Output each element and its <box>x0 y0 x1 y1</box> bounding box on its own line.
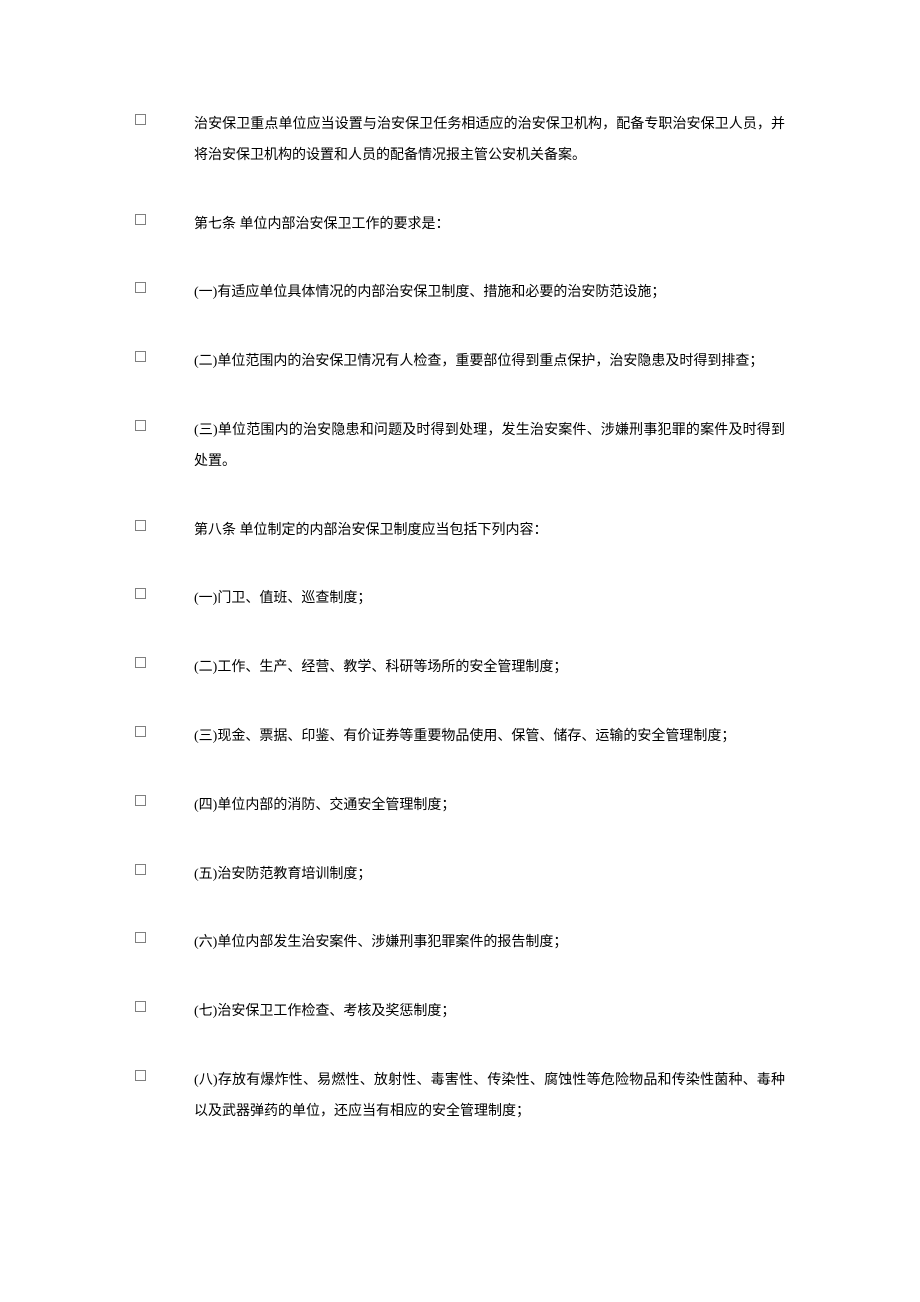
document-content: 治安保卫重点单位应当设置与治安保卫任务相适应的治安保卫机构，配备专职治安保卫人员… <box>135 110 785 1128</box>
list-item: (三)现金、票据、印鉴、有价证券等重要物品使用、保管、储存、运输的安全管理制度； <box>135 722 785 753</box>
list-item: (二)单位范围内的治安保卫情况有人检查，重要部位得到重点保护，治安隐患及时得到排… <box>135 347 785 378</box>
item-text: (五)治安防范教育培训制度； <box>194 860 785 891</box>
list-item: 第八条 单位制定的内部治安保卫制度应当包括下列内容： <box>135 516 785 547</box>
checkbox-icon <box>135 520 146 531</box>
item-text: 第八条 单位制定的内部治安保卫制度应当包括下列内容： <box>194 516 785 547</box>
checkbox-icon <box>135 214 146 225</box>
item-text: (三)单位范围内的治安隐患和问题及时得到处理，发生治安案件、涉嫌刑事犯罪的案件及… <box>194 416 785 478</box>
list-item: (八)存放有爆炸性、易燃性、放射性、毒害性、传染性、腐蚀性等危险物品和传染性菌种… <box>135 1066 785 1128</box>
checkbox-icon <box>135 795 146 806</box>
item-text: (八)存放有爆炸性、易燃性、放射性、毒害性、传染性、腐蚀性等危险物品和传染性菌种… <box>194 1066 785 1128</box>
checkbox-icon <box>135 1070 146 1081</box>
item-text: (四)单位内部的消防、交通安全管理制度； <box>194 791 785 822</box>
list-item: (三)单位范围内的治安隐患和问题及时得到处理，发生治安案件、涉嫌刑事犯罪的案件及… <box>135 416 785 478</box>
item-text: (一)门卫、值班、巡查制度； <box>194 584 785 615</box>
checkbox-icon <box>135 864 146 875</box>
list-item: 第七条 单位内部治安保卫工作的要求是： <box>135 210 785 241</box>
checkbox-icon <box>135 726 146 737</box>
checkbox-icon <box>135 420 146 431</box>
list-item: (一)门卫、值班、巡查制度； <box>135 584 785 615</box>
item-text: (一)有适应单位具体情况的内部治安保卫制度、措施和必要的治安防范设施； <box>194 278 785 309</box>
list-item: (五)治安防范教育培训制度； <box>135 860 785 891</box>
checkbox-icon <box>135 282 146 293</box>
checkbox-icon <box>135 657 146 668</box>
item-text: 第七条 单位内部治安保卫工作的要求是： <box>194 210 785 241</box>
list-item: (六)单位内部发生治安案件、涉嫌刑事犯罪案件的报告制度； <box>135 928 785 959</box>
checkbox-icon <box>135 588 146 599</box>
checkbox-icon <box>135 114 146 125</box>
item-text: (二)单位范围内的治安保卫情况有人检查，重要部位得到重点保护，治安隐患及时得到排… <box>194 347 785 378</box>
list-item: (四)单位内部的消防、交通安全管理制度； <box>135 791 785 822</box>
list-item: 治安保卫重点单位应当设置与治安保卫任务相适应的治安保卫机构，配备专职治安保卫人员… <box>135 110 785 172</box>
list-item: (二)工作、生产、经营、教学、科研等场所的安全管理制度； <box>135 653 785 684</box>
checkbox-icon <box>135 932 146 943</box>
checkbox-icon <box>135 351 146 362</box>
checkbox-icon <box>135 1001 146 1012</box>
list-item: (七)治安保卫工作检查、考核及奖惩制度； <box>135 997 785 1028</box>
item-text: (三)现金、票据、印鉴、有价证券等重要物品使用、保管、储存、运输的安全管理制度； <box>194 722 785 753</box>
item-text: (二)工作、生产、经营、教学、科研等场所的安全管理制度； <box>194 653 785 684</box>
item-text: (七)治安保卫工作检查、考核及奖惩制度； <box>194 997 785 1028</box>
list-item: (一)有适应单位具体情况的内部治安保卫制度、措施和必要的治安防范设施； <box>135 278 785 309</box>
item-text: 治安保卫重点单位应当设置与治安保卫任务相适应的治安保卫机构，配备专职治安保卫人员… <box>194 110 785 172</box>
item-text: (六)单位内部发生治安案件、涉嫌刑事犯罪案件的报告制度； <box>194 928 785 959</box>
